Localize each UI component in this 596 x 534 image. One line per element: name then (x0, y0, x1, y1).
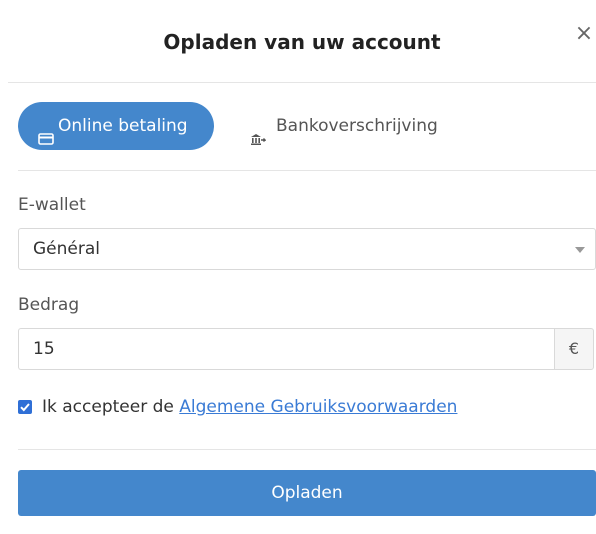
terms-text: Ik accepteer de Algemene Gebruiksvoorwaa… (42, 397, 457, 417)
divider (18, 170, 596, 171)
wallet-select[interactable]: Général (18, 228, 596, 270)
terms-checkbox[interactable] (18, 400, 32, 414)
amount-input-group: € (18, 328, 596, 372)
page: Opladen van uw account × Online betaling (0, 0, 596, 534)
wallet-label: E-wallet (18, 195, 86, 215)
chevron-down-icon (575, 247, 585, 253)
tab-bank-transfer-label: Bankoverschrijving (276, 116, 438, 136)
recharge-modal: Opladen van uw account × Online betaling (8, 8, 596, 534)
terms-prefix: Ik accepteer de (42, 397, 180, 417)
modal-header: Opladen van uw account × (8, 8, 596, 83)
currency-addon: € (554, 328, 594, 370)
wallet-select-value: Général (33, 239, 100, 259)
divider (18, 449, 596, 450)
bank-transfer-icon (250, 118, 267, 145)
close-icon: × (574, 21, 594, 46)
terms-link[interactable]: Algemene Gebruiksvoorwaarden (179, 397, 457, 417)
tab-bank-transfer[interactable]: Bankoverschrijving (234, 102, 444, 150)
amount-input[interactable] (18, 328, 554, 370)
tab-online-payment[interactable]: Online betaling (18, 102, 214, 150)
close-button[interactable]: × (572, 22, 596, 46)
modal-title: Opladen van uw account (163, 30, 441, 54)
credit-card-icon (38, 118, 54, 145)
tab-online-payment-label: Online betaling (58, 116, 188, 136)
recharge-button[interactable]: Opladen (18, 470, 596, 516)
amount-label: Bedrag (18, 295, 80, 315)
